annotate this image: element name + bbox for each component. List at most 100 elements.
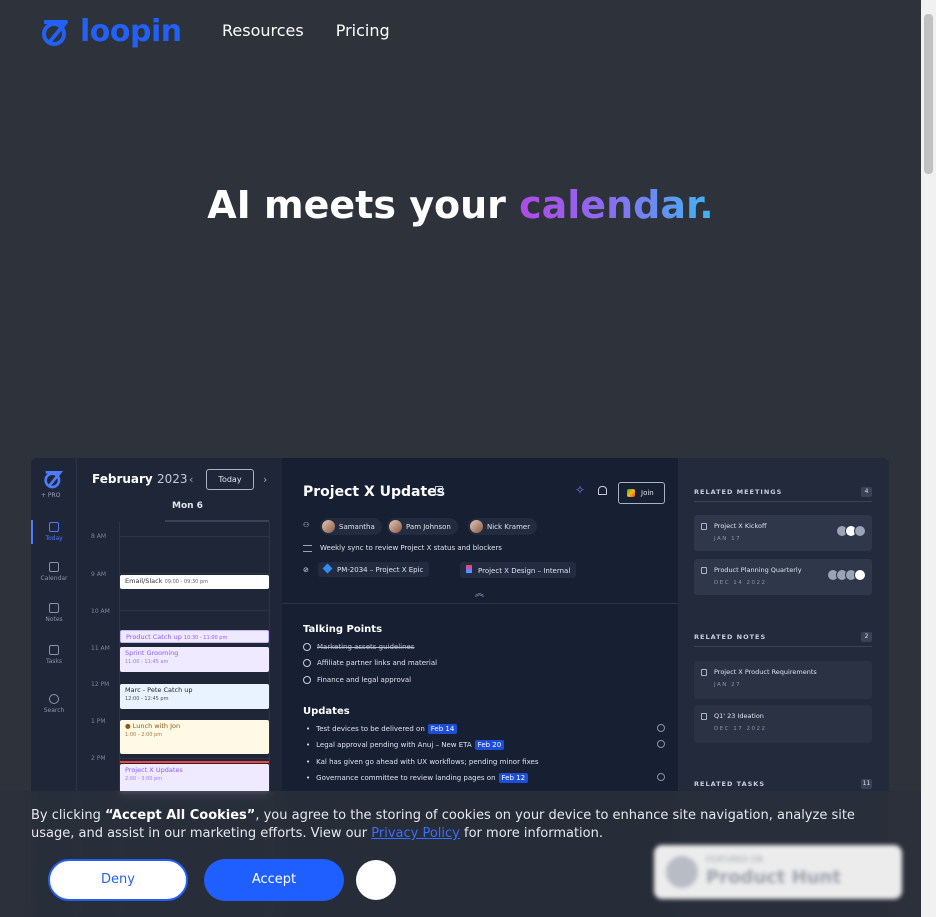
logo-text: loopin — [80, 14, 182, 49]
calendar-icon[interactable] — [657, 773, 665, 781]
meetings-count: 4 — [861, 487, 872, 497]
accept-button[interactable]: Accept — [204, 859, 344, 901]
attendee-name: Nick Kramer — [487, 522, 531, 531]
divider — [282, 603, 678, 604]
date-tag: Feb 20 — [474, 740, 505, 750]
attendee-chip[interactable]: Samantha — [320, 518, 382, 535]
bell-icon[interactable] — [598, 486, 607, 495]
avatar-stack — [827, 569, 866, 581]
event-title: Email/Slack — [125, 577, 163, 585]
month-label: February — [92, 472, 153, 486]
link-chip[interactable]: PM-2034 – Project X Epic — [318, 562, 430, 577]
related-note-card[interactable]: Q1' 23 Ideation DEC 17 2022 — [694, 705, 872, 743]
event-block[interactable]: Product Catch up 10:30 - 11:00 pm — [120, 630, 269, 643]
talking-point[interactable]: Affiliate partner links and material — [303, 659, 437, 667]
cookie-settings-button[interactable] — [356, 860, 396, 900]
event-block[interactable]: Email/Slack 09:00 - 09:30 pm — [120, 575, 269, 589]
logo-link[interactable]: loopin — [40, 14, 182, 49]
card-date: JAN 17 — [714, 536, 742, 542]
year-label: 2023 — [156, 472, 188, 486]
sidebar-item-calendar[interactable]: Calendar — [31, 562, 77, 582]
link-chip[interactable]: Project X Design – Internal — [460, 562, 577, 578]
checkbox-checked-icon[interactable] — [303, 643, 311, 651]
product-hunt-badge[interactable]: FEATURED ON Product Hunt — [654, 845, 902, 899]
figma-icon — [466, 565, 472, 573]
alarm-icon[interactable] — [657, 724, 665, 732]
day-label: Mon 6 — [172, 501, 203, 511]
time-label: 10 AM — [91, 608, 110, 615]
checkbox-icon[interactable] — [303, 659, 311, 667]
join-button[interactable]: Join — [618, 482, 665, 504]
sidebar-item-today[interactable]: Today — [31, 522, 77, 542]
time-label: 9 AM — [91, 571, 107, 578]
sidebar-item-search[interactable]: Search — [31, 694, 77, 714]
attendees-icon: ⚇ — [303, 521, 310, 529]
event-block[interactable]: Sprint Grooming 11:00 - 11:45 am — [120, 647, 269, 672]
prev-icon[interactable]: ‹ — [189, 473, 193, 486]
sidebar-item-tasks[interactable]: Tasks — [31, 645, 77, 665]
event-block[interactable]: Project X Updates 2:00 - 3:00 pm — [120, 764, 269, 794]
nav-pricing[interactable]: Pricing — [336, 21, 390, 40]
nav-resources[interactable]: Resources — [222, 21, 304, 40]
related-meetings-heading: RELATED MEETINGS — [694, 488, 783, 496]
event-block[interactable]: ● Lunch with Jon 1:00 - 2:00 pm — [120, 720, 269, 754]
update-text: Kal has given go ahead with UX workflows… — [316, 758, 539, 766]
day-divider — [165, 520, 269, 522]
notes-count: 2 — [861, 632, 872, 642]
lunch-icon: ● — [125, 722, 131, 730]
collapse-icon[interactable]: ︽ — [475, 586, 484, 599]
related-note-card[interactable]: Project X Product Requirements JAN 27 — [694, 661, 872, 699]
event-title: Lunch with Jon — [132, 722, 181, 730]
talking-point-text: Marketing assets guidelines — [317, 643, 415, 651]
cookie-text-bold: “Accept All Cookies” — [105, 808, 256, 823]
related-meeting-card[interactable]: Product Planning Quarterly DEC 14 2022 — [694, 559, 872, 595]
event-time: 11:00 - 11:45 am — [125, 659, 169, 665]
talking-point[interactable]: Finance and legal approval — [303, 676, 411, 684]
scrollbar-thumb[interactable] — [924, 14, 933, 174]
meeting-title: Project X Updates — [303, 484, 445, 500]
tasks-count: 11 — [861, 779, 872, 789]
talking-points-heading: Talking Points — [303, 624, 383, 635]
grid-line — [119, 573, 269, 574]
description-row: Weekly sync to review Project X status a… — [303, 544, 502, 552]
cookie-text: By clicking “Accept All Cookies”, you ag… — [31, 807, 891, 843]
event-title: Sprint Grooming — [125, 649, 179, 657]
time-label: 1 PM — [91, 718, 106, 725]
main-nav: Resources Pricing — [222, 21, 390, 40]
app-logo-icon — [44, 471, 63, 489]
attendee-chip[interactable]: Nick Kramer — [468, 518, 538, 535]
loopin-logo-icon — [42, 19, 68, 46]
attendee-chip[interactable]: Pam Johnson — [387, 518, 458, 535]
related-meeting-card[interactable]: Project X Kickoff JAN 17 — [694, 515, 872, 551]
related-notes-heading: RELATED NOTES — [694, 633, 767, 641]
badge-big-text: Product Hunt — [706, 867, 841, 888]
page-scrollbar[interactable] — [921, 0, 936, 917]
update-item: Governance committee to review landing p… — [306, 773, 529, 783]
sidebar-item-notes[interactable]: Notes — [31, 603, 77, 623]
checkbox-icon[interactable] — [303, 676, 311, 684]
time-label: 8 AM — [91, 533, 107, 540]
deny-button[interactable]: Deny — [48, 859, 188, 901]
alarm-icon[interactable] — [657, 740, 665, 748]
event-time: 1:00 - 2:00 pm — [125, 732, 163, 738]
avatar — [854, 569, 866, 581]
related-tasks-heading: RELATED TASKS — [694, 780, 766, 788]
cookie-text-start: By clicking — [31, 808, 106, 823]
event-block[interactable]: Marc - Pete Catch up 12:00 - 12:45 pm — [120, 684, 269, 709]
avatar — [389, 520, 402, 533]
event-title: Product Catch up — [126, 633, 182, 641]
calendar-month: February 2023 — [92, 472, 187, 486]
note-icon — [701, 713, 707, 720]
recurring-icon — [701, 523, 707, 530]
talking-point[interactable]: Marketing assets guidelines — [303, 643, 414, 651]
link-label: PM-2034 – Project X Epic — [337, 566, 424, 574]
talking-point-text: Finance and legal approval — [317, 676, 412, 684]
sparkle-icon[interactable]: ✧ — [575, 483, 585, 497]
link-label: Project X Design – Internal — [478, 567, 571, 575]
today-button[interactable]: Today — [206, 469, 254, 490]
next-icon[interactable]: › — [263, 473, 267, 486]
privacy-policy-link[interactable]: Privacy Policy — [371, 826, 460, 841]
site-header: loopin Resources Pricing — [0, 0, 921, 64]
event-time: 12:00 - 12:45 pm — [125, 696, 169, 702]
card-title: Project X Product Requirements — [714, 668, 817, 676]
